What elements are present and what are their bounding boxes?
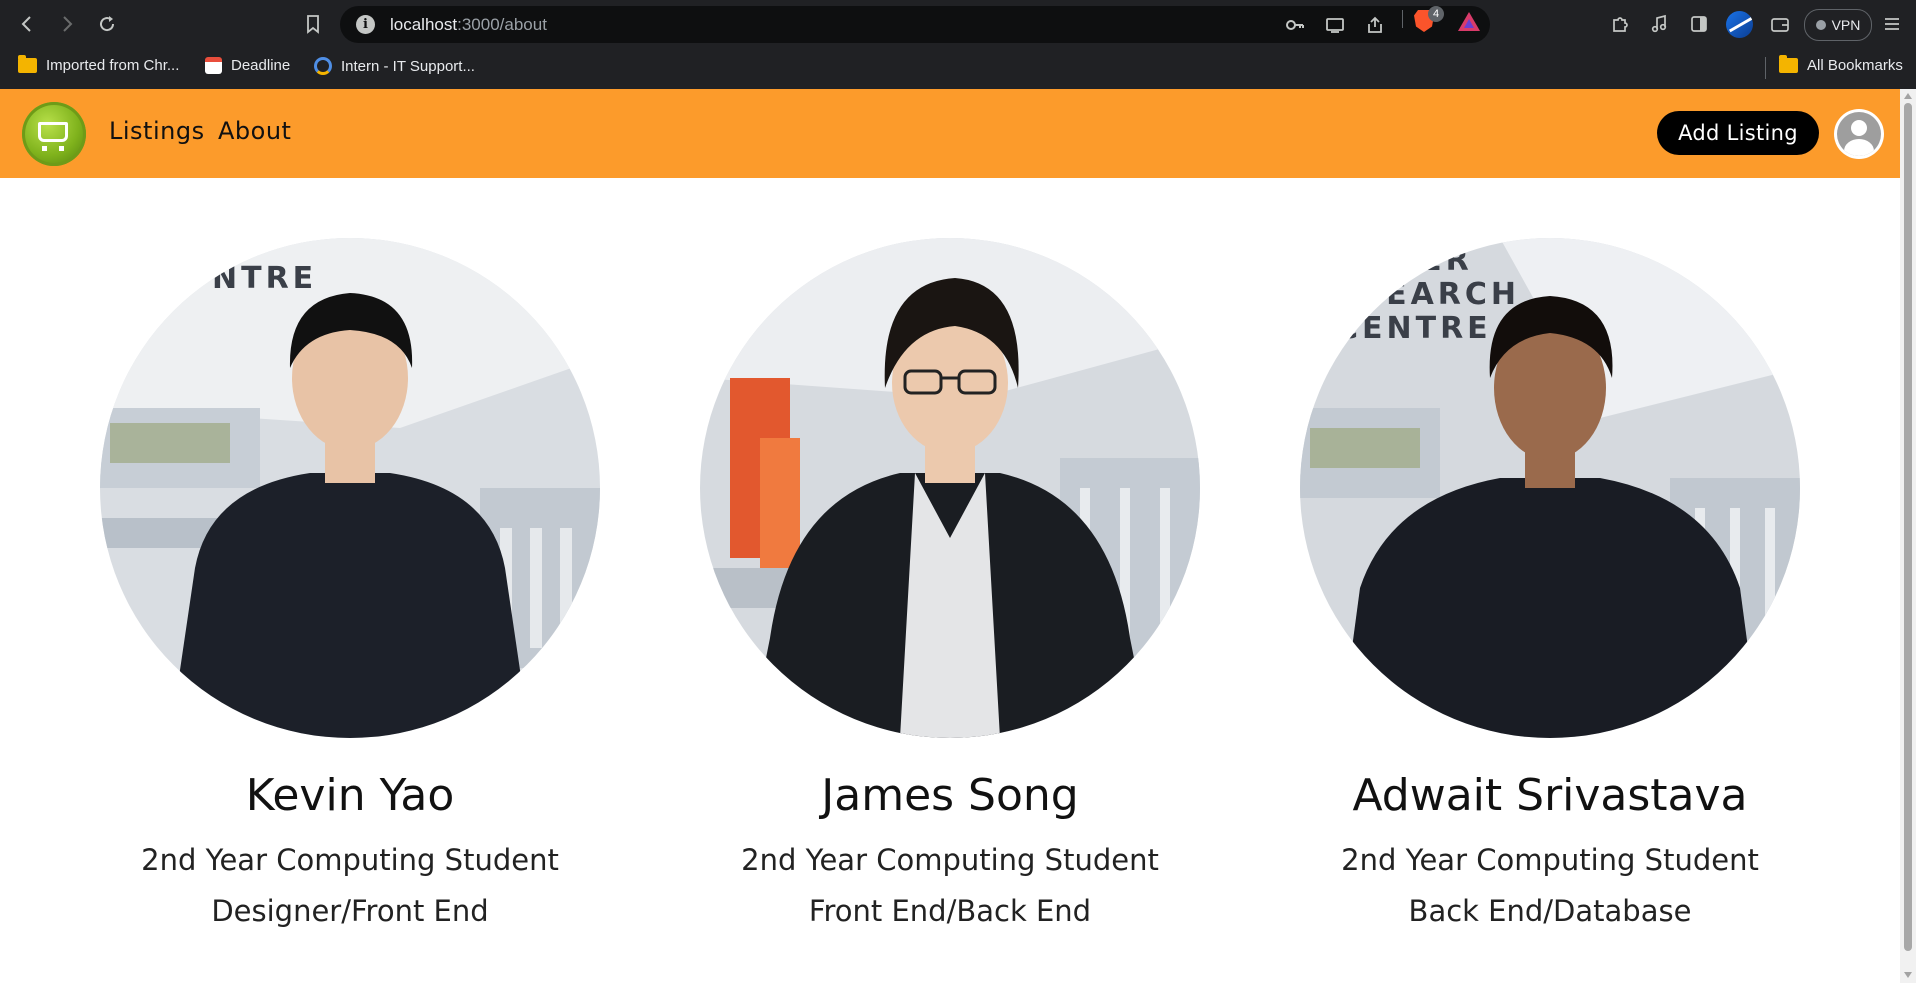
url-path: :3000/about [457,15,547,34]
bookmark-imported[interactable]: Imported from Chr... [18,55,180,74]
menu-icon[interactable] [1880,12,1904,36]
scroll-down-arrow-icon[interactable] [1904,972,1912,978]
nav-link-listings[interactable]: Listings [109,117,205,145]
portrait-image [100,238,600,738]
share-icon[interactable] [1364,14,1386,36]
member-year: 2nd Year Computing Student [141,843,559,877]
folder-icon [18,55,37,73]
brave-rewards-icon[interactable] [1458,12,1480,31]
background-sign-text: CH NTRE [212,238,318,296]
url-text[interactable]: localhost:3000/about [390,15,547,35]
site-info-icon[interactable]: i [356,15,375,34]
wallet-icon[interactable] [1768,12,1792,36]
bookmark-page-button[interactable] [300,11,326,37]
bookmarks-divider [1765,57,1766,79]
bookmark-label: Deadline [231,57,291,74]
member-photo: CH NTRE [100,238,600,738]
all-bookmarks-label: All Bookmarks [1807,57,1903,74]
sidebar-toggle-icon[interactable] [1687,12,1711,36]
bookmark-icon [307,15,319,34]
team-member-card: James Song 2nd Year Computing Student Fr… [700,238,1200,928]
member-name: Kevin Yao [245,770,455,821]
portrait-image [700,238,1200,738]
folder-icon [1779,55,1798,73]
scroll-up-arrow-icon[interactable] [1904,93,1912,99]
intern-site-icon [314,57,332,75]
calendar-icon [205,57,222,74]
browser-chrome: i localhost:3000/about 4 VPN Imported fr… [0,0,1916,89]
bookmark-label: Intern - IT Support... [341,57,475,75]
member-role: Front End/Back End [808,894,1092,928]
reload-icon [100,16,115,32]
member-name: James Song [821,770,1079,821]
bookmark-deadline[interactable]: Deadline [205,57,290,74]
member-photo: WATER ESEARCH CENTRE [1300,238,1800,738]
team-member-card: CH NTRE Kevin Yao 2nd Year Computing Stu… [100,238,600,928]
url-host: localhost [390,15,458,34]
password-key-icon[interactable] [1284,14,1306,36]
page-content: Listings About Add Listing CH NTRE Kevin… [0,89,1900,983]
extension-globe-icon[interactable] [1726,11,1753,38]
bookmark-label: Imported from Chr... [46,57,180,74]
chevron-left-icon [21,16,31,32]
site-navbar: Listings About Add Listing [0,89,1900,178]
nav-link-about[interactable]: About [218,117,291,145]
add-listing-button[interactable]: Add Listing [1657,111,1819,155]
team-member-card: WATER ESEARCH CENTRE Adwait Srivastava 2… [1300,238,1800,928]
chevron-right-icon [63,16,73,32]
vpn-status-icon [1815,20,1826,30]
site-logo-cart-icon[interactable] [22,102,86,166]
all-bookmarks[interactable]: All Bookmarks [1779,55,1903,74]
user-avatar[interactable] [1834,109,1884,159]
bookmark-intern[interactable]: Intern - IT Support... [314,57,475,75]
reload-button[interactable] [94,11,120,37]
member-photo [700,238,1200,738]
bookmarks-bar: Imported from Chr... Deadline Intern - I… [0,47,1916,89]
user-profile-icon [1837,112,1881,156]
member-year: 2nd Year Computing Student [741,843,1159,877]
browser-toolbar: i localhost:3000/about 4 VPN [0,0,1916,47]
page-scrollbar[interactable] [1900,89,1916,983]
address-bar[interactable]: i localhost:3000/about [340,6,1490,43]
scrollbar-thumb[interactable] [1904,103,1912,951]
background-sign-text: WATER ESEARCH CENTRE [1336,243,1521,346]
toolbar-divider [1402,10,1403,28]
member-role: Back End/Database [1408,894,1692,928]
member-name: Adwait Srivastava [1352,770,1748,821]
member-year: 2nd Year Computing Student [1341,843,1759,877]
vpn-label: VPN [1831,17,1861,33]
back-button[interactable] [14,11,40,37]
extensions-icon[interactable] [1608,12,1632,36]
forward-button[interactable] [54,11,80,37]
member-role: Designer/Front End [211,894,489,928]
media-music-icon[interactable] [1647,12,1671,36]
vpn-button[interactable]: VPN [1804,9,1872,41]
cast-icon[interactable] [1324,14,1346,36]
shields-count-badge: 4 [1428,6,1444,22]
